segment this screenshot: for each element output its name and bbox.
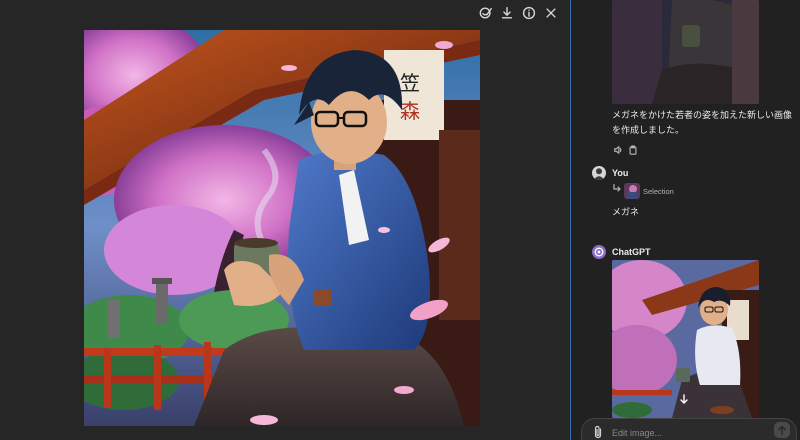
user-message-text: メガネ [612, 207, 640, 217]
openai-logo-icon [594, 247, 604, 257]
info-icon [522, 6, 536, 20]
read-aloud-button[interactable] [612, 144, 624, 156]
selection-thumbnail[interactable] [624, 183, 640, 199]
chat-panel: メガネをかけた若者の姿を加えた新しい画像を作成しました。 You Selecti… [571, 0, 800, 440]
previous-image [612, 0, 759, 104]
edit-selection-button[interactable] [477, 4, 495, 22]
info-button[interactable] [520, 4, 538, 22]
chatgpt-sender-name: ChatGPT [612, 247, 651, 257]
download-button[interactable] [498, 4, 516, 22]
attach-button[interactable] [592, 425, 604, 439]
svg-text:笠: 笠 [400, 71, 420, 95]
image-viewer: 笠 森 [0, 0, 570, 440]
brush-icon [479, 7, 492, 19]
close-icon [546, 8, 556, 18]
svg-text:森: 森 [400, 99, 420, 123]
previous-image-thumbnail[interactable] [612, 0, 759, 104]
paperclip-icon [594, 425, 602, 439]
edit-image-input[interactable] [612, 426, 762, 440]
speaker-icon [614, 146, 622, 154]
selection-image [624, 183, 640, 199]
anime-illustration: 笠 森 [84, 30, 480, 426]
user-avatar-icon [593, 168, 605, 180]
clipboard-icon [629, 145, 637, 155]
download-icon [501, 7, 513, 19]
close-button[interactable] [542, 4, 560, 22]
generated-image[interactable]: 笠 森 [84, 30, 480, 426]
assistant-message-text: メガネをかけた若者の姿を加えた新しい画像を作成しました。 [612, 110, 793, 135]
send-button[interactable] [774, 422, 790, 438]
send-arrow-icon [778, 425, 786, 435]
edit-composer [581, 418, 797, 440]
reply-arrow-icon [612, 183, 622, 193]
selection-label: Selection [643, 187, 674, 196]
chatgpt-avatar [592, 245, 606, 259]
user-sender-name: You [612, 168, 629, 178]
user-avatar [592, 166, 606, 180]
copy-button[interactable] [627, 144, 639, 156]
scroll-down-arrow-icon[interactable] [678, 393, 690, 405]
